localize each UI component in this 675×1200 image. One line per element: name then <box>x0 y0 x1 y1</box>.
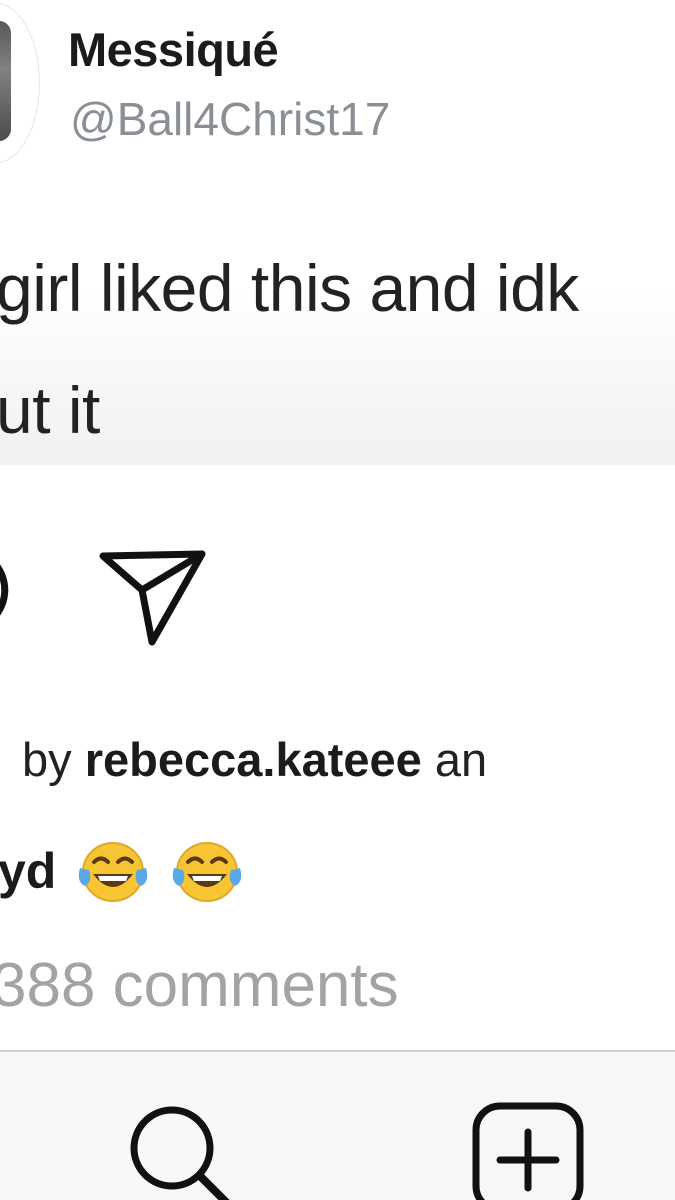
tweet-text-line-1: girl liked this and idk <box>0 251 579 325</box>
caption-text: yd <box>0 843 57 899</box>
liked-by-prefix: by <box>22 733 72 786</box>
liked-by-suffix: an <box>434 733 488 786</box>
add-post-icon[interactable] <box>470 1102 586 1200</box>
search-icon[interactable] <box>124 1100 234 1200</box>
tweet-display-name: Messiqué <box>68 23 279 76</box>
tweet-screenshot: Messiqué @Ball4Christ17 girl liked this … <box>0 0 675 465</box>
view-comments-link[interactable]: 388 comments <box>0 950 399 1021</box>
instagram-post-screen: Messiqué @Ball4Christ17 girl liked this … <box>0 0 675 1200</box>
tweet-text-line-2: ut it <box>0 373 100 447</box>
liked-by-text: by rebecca.kateee an <box>22 732 487 787</box>
bottom-tab-bar <box>0 1050 675 1200</box>
tweet-avatar <box>0 2 40 164</box>
comment-icon[interactable] <box>0 552 20 652</box>
tears-of-joy-emoji-icon <box>170 838 244 904</box>
post-caption: yd <box>0 838 244 904</box>
avatar-photo <box>0 21 11 141</box>
share-icon[interactable] <box>98 546 210 650</box>
tears-of-joy-emoji-icon <box>76 838 150 904</box>
tweet-handle: @Ball4Christ17 <box>70 93 391 145</box>
liked-by-username[interactable]: rebecca.kateee <box>85 733 422 786</box>
